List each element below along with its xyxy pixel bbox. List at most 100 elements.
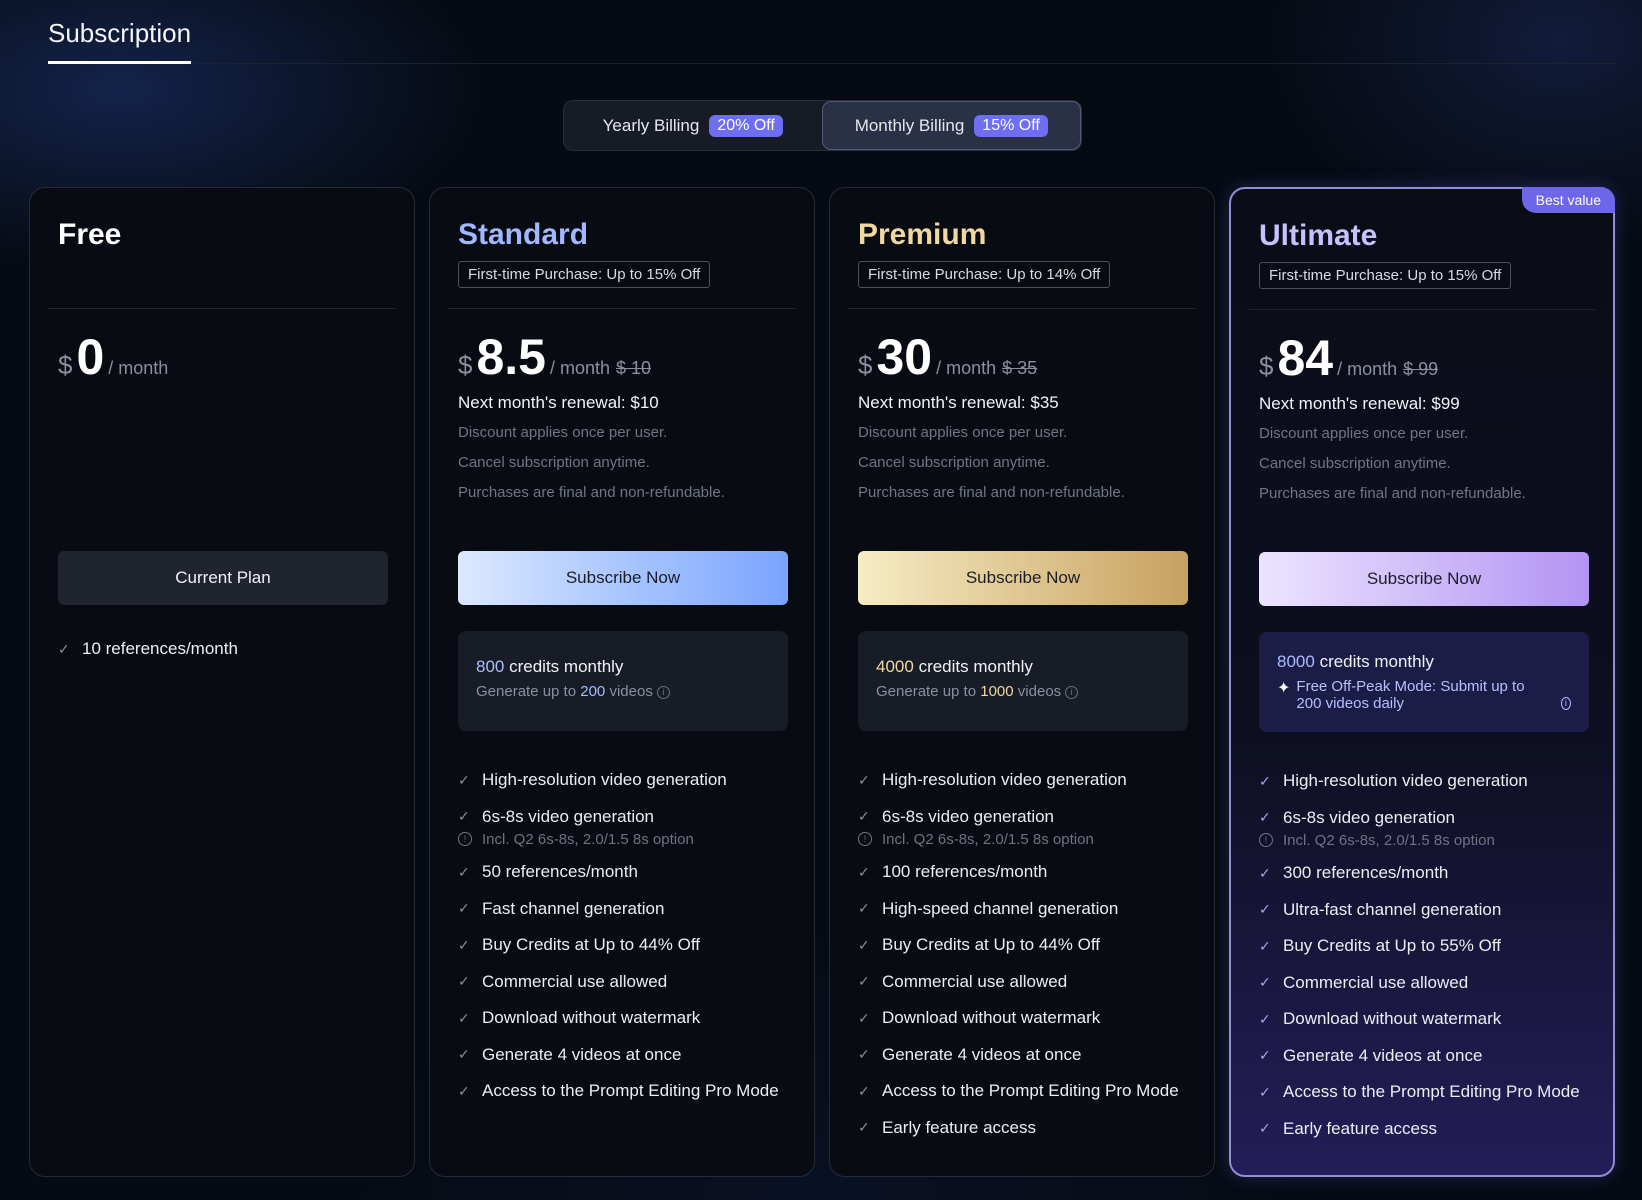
feature-label: Generate 4 videos at once: [482, 1044, 682, 1064]
check-icon: ✓: [458, 771, 470, 788]
promo-tag: First-time Purchase: Up to 14% Off: [858, 261, 1111, 288]
tab-subscription[interactable]: Subscription: [48, 18, 192, 64]
note-text: Cancel subscription anytime.: [458, 454, 650, 471]
subscribe-button[interactable]: Subscribe Now: [1259, 552, 1589, 606]
check-icon: ✓: [858, 900, 870, 917]
feature-label: Early feature access: [882, 1117, 1037, 1137]
info-icon[interactable]: i: [1065, 685, 1079, 699]
yearly-billing-option[interactable]: Yearly Billing 20% Off: [564, 101, 822, 150]
feature-item: ✓ Access to the Prompt Editing Pro Mode: [458, 1073, 779, 1110]
renewal-text: Next month's renewal: $99: [1259, 394, 1460, 413]
current-plan-button[interactable]: Current Plan: [58, 551, 388, 605]
price-amount: 30: [876, 329, 933, 385]
original-price: $ 99: [1403, 359, 1439, 379]
currency-symbol: $: [858, 350, 873, 380]
videos-suffix: videos: [609, 683, 653, 700]
feature-list: ✓ High-resolution video generation ✓ 6s-8s…: [458, 762, 779, 1110]
feature-label: Buy Credits at Up to 55% Off: [1283, 936, 1501, 956]
feature-label: Access to the Prompt Editing Pro Mode: [482, 1081, 779, 1101]
currency-symbol: $: [1259, 351, 1274, 381]
currency-symbol: $: [58, 350, 73, 380]
feature-item: ✓ Access to the Prompt Editing Pro Mode: [858, 1073, 1179, 1110]
renewal-text: Next month's renewal: $10: [458, 393, 659, 412]
feature-label: High-speed channel generation: [882, 898, 1119, 918]
price-amount: 8.5: [476, 329, 546, 385]
yearly-billing-label: Yearly Billing: [602, 115, 700, 135]
check-icon: ✓: [1259, 864, 1271, 881]
feature-item: ✓ Generate 4 videos at once: [858, 1037, 1179, 1074]
feature-label: High-resolution video generation: [482, 770, 727, 790]
videos-line: Generate up to 1000 videos i: [876, 683, 1170, 700]
credits-line: 4000 credits monthly: [876, 657, 1170, 677]
feature-item: ✓ Commercial use allowed: [458, 964, 779, 1001]
feature-label: Commercial use allowed: [882, 971, 1068, 991]
note-text: Cancel subscription anytime.: [858, 454, 1050, 471]
credits-amount: 4000: [876, 657, 914, 676]
feature-item: ✓ 100 references/month: [858, 854, 1179, 891]
check-icon: ✓: [458, 973, 470, 990]
price-period: / month: [936, 358, 997, 378]
videos-suffix: videos: [1017, 683, 1062, 700]
feature-item: ✓ Download without watermark: [1259, 1001, 1580, 1038]
feature-label: 6s-8s video generation: [1283, 807, 1456, 827]
yearly-discount-badge: 20% Off: [709, 114, 783, 137]
currency-symbol: $: [458, 350, 473, 380]
feature-label: Ultra-fast channel generation: [1283, 899, 1502, 919]
feature-item: ✓ Generate 4 videos at once: [458, 1037, 779, 1074]
check-icon: ✓: [1259, 1010, 1271, 1027]
check-icon: ✓: [1259, 772, 1271, 789]
feature-item: ✓ Commercial use allowed: [858, 964, 1179, 1001]
feature-item: ✓ Access to the Prompt Editing Pro Mode: [1259, 1074, 1580, 1111]
subnote-label: Incl. Q2 6s-8s, 2.0/1.5 8s option: [882, 830, 1094, 848]
feature-label: Generate 4 videos at once: [882, 1044, 1082, 1064]
plan-price: $ 8.5 / month $ 10: [458, 328, 651, 386]
feature-item: ✓ 300 references/month: [1259, 855, 1580, 892]
feature-subnote: ! Incl. Q2 6s-8s, 2.0/1.5 8s option: [1259, 827, 1580, 853]
credits-amount: 800: [476, 657, 505, 676]
monthly-billing-label: Monthly Billing: [854, 115, 965, 135]
price-period: / month: [549, 358, 611, 378]
info-icon[interactable]: !: [1259, 833, 1273, 847]
check-icon: ✓: [458, 1009, 470, 1026]
info-icon[interactable]: !: [458, 832, 472, 846]
divider: [48, 308, 396, 309]
feature-label: 100 references/month: [882, 862, 1048, 882]
info-icon[interactable]: i: [1560, 697, 1571, 710]
promo-tag: First-time Purchase: Up to 15% Off: [1259, 262, 1512, 289]
plan-price: $ 30 / month $ 35: [858, 328, 1037, 386]
monthly-discount-badge: 15% Off: [974, 114, 1048, 137]
feature-item: ✓ Early feature access: [1259, 1111, 1580, 1148]
check-icon: ✓: [858, 936, 870, 953]
feature-label: Buy Credits at Up to 44% Off: [482, 935, 700, 955]
feature-list: ✓ High-resolution video generation ✓ 6s-8s…: [1259, 763, 1580, 1147]
feature-item: ✓ 50 references/month: [458, 854, 779, 891]
divider: [1249, 309, 1595, 310]
credits-box: 8000 credits monthly ✦ Free Off-Peak Mode…: [1259, 632, 1589, 732]
feature-label: 50 references/month: [482, 862, 638, 882]
info-icon[interactable]: !: [858, 832, 872, 846]
feature-item: ✓ Download without watermark: [858, 1000, 1179, 1037]
check-icon: ✓: [1259, 1120, 1271, 1137]
sparkle-icon: ✦: [1277, 680, 1291, 697]
check-icon: ✓: [458, 1046, 470, 1063]
credits-label: credits monthly: [509, 657, 624, 676]
credits-amount: 8000: [1277, 652, 1315, 671]
feature-subnote: ! Incl. Q2 6s-8s, 2.0/1.5 8s option: [458, 826, 779, 852]
feature-item: ✓ High-resolution video generation: [458, 762, 779, 799]
subscribe-button[interactable]: Subscribe Now: [858, 551, 1188, 605]
note-text: Purchases are final and non-refundable.: [458, 484, 725, 501]
feature-label: Access to the Prompt Editing Pro Mode: [882, 1081, 1179, 1101]
videos-line: Generate up to 200 videos i: [476, 683, 770, 700]
renewal-text: Next month's renewal: $35: [858, 393, 1059, 412]
price-period: / month: [108, 358, 169, 378]
note-text: Cancel subscription anytime.: [1259, 455, 1451, 472]
monthly-billing-option[interactable]: Monthly Billing 15% Off: [821, 101, 1081, 150]
check-icon: ✓: [858, 863, 870, 880]
check-icon: ✓: [1259, 901, 1271, 918]
plan-name: Ultimate: [1259, 219, 1378, 252]
info-icon[interactable]: i: [656, 685, 670, 699]
note-text: Purchases are final and non-refundable.: [858, 484, 1125, 501]
note-text: Discount applies once per user.: [458, 424, 668, 441]
check-icon: ✓: [1259, 974, 1271, 991]
subscribe-button[interactable]: Subscribe Now: [458, 551, 788, 605]
